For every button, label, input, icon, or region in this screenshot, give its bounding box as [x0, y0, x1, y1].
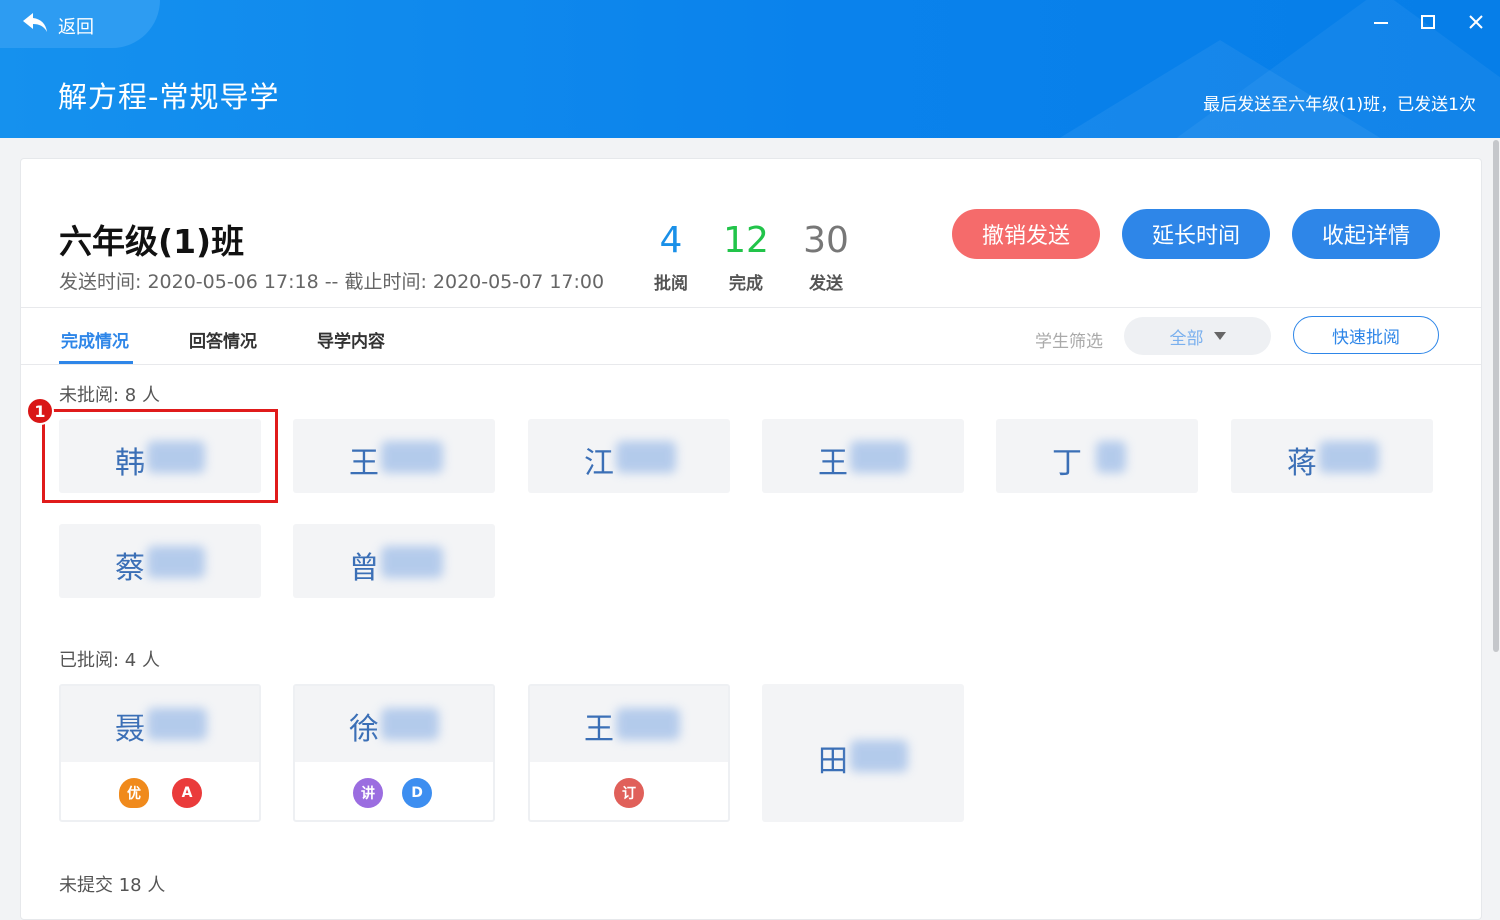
- tab-completion[interactable]: 完成情况: [61, 327, 129, 352]
- back-arrow-icon: [23, 13, 47, 32]
- quick-review-button[interactable]: 快速批阅: [1293, 316, 1439, 354]
- student-tile[interactable]: 王: [762, 419, 964, 493]
- grade-badge: A: [172, 778, 202, 808]
- close-icon[interactable]: [1464, 10, 1488, 34]
- unsubmitted-section-title: 未提交 18 人: [59, 875, 166, 896]
- tab-answers[interactable]: 回答情况: [189, 327, 257, 352]
- send-time: 发送时间: 2020-05-06 17:18 -- 截止时间: 2020-05-…: [59, 271, 605, 293]
- class-name: 六年级(1)班: [59, 222, 245, 261]
- student-tile[interactable]: 聂 优 A: [59, 684, 261, 822]
- stat-label: 发送: [809, 274, 843, 294]
- blurred-name: [850, 740, 908, 772]
- divider: [21, 364, 1481, 365]
- tab-guide-content[interactable]: 导学内容: [317, 327, 385, 352]
- student-name: 蔡: [115, 551, 145, 586]
- student-name: 王: [818, 446, 848, 481]
- student-name: 曾: [349, 551, 379, 586]
- maximize-icon[interactable]: [1416, 10, 1440, 34]
- cancel-send-button[interactable]: 撤销发送: [952, 209, 1100, 259]
- unreviewed-section-title: 未批阅: 8 人: [59, 385, 160, 406]
- student-name: 田: [818, 744, 848, 779]
- divider: [21, 307, 1481, 308]
- blurred-name: [147, 546, 205, 578]
- scrollbar-thumb[interactable]: [1493, 140, 1499, 652]
- student-tile[interactable]: 江: [528, 419, 730, 493]
- class-detail-card: 六年级(1)班 发送时间: 2020-05-06 17:18 -- 截止时间: …: [20, 158, 1482, 920]
- filter-selected-value: 全部: [1169, 328, 1204, 349]
- student-tile[interactable]: 蔡: [59, 524, 261, 598]
- blurred-name: [850, 441, 908, 473]
- blurred-name: [616, 441, 676, 473]
- last-sent-info: 最后发送至六年级(1)班，已发送1次: [1203, 95, 1476, 115]
- back-button[interactable]: 返回: [0, 0, 160, 48]
- dropdown-arrow-icon: [1213, 332, 1226, 340]
- student-name: 王: [349, 446, 379, 481]
- explain-badge: 讲: [353, 778, 383, 808]
- student-tile[interactable]: 王 订: [528, 684, 730, 822]
- blurred-name: [616, 708, 680, 740]
- student-name: 王: [584, 712, 614, 747]
- student-name: 江: [584, 446, 614, 481]
- blurred-name: [1319, 441, 1379, 473]
- student-tile[interactable]: 徐 讲 D: [293, 684, 495, 822]
- student-name: 聂: [115, 712, 145, 747]
- student-tile[interactable]: 丁: [996, 419, 1198, 493]
- student-tile[interactable]: 王: [293, 419, 495, 493]
- stat-value: 30: [803, 220, 849, 261]
- back-label: 返回: [58, 17, 94, 38]
- student-tile[interactable]: 田: [762, 684, 964, 822]
- stat-completed: 12 完成: [711, 220, 781, 295]
- extend-time-button[interactable]: 延长时间: [1122, 209, 1270, 259]
- app-header: 返回 解方程-常规导学 最后发送至六年级(1)班，已发送1次: [0, 0, 1500, 138]
- correction-badge: 订: [614, 778, 644, 808]
- stat-value: 4: [659, 220, 683, 261]
- student-name: 丁: [1052, 446, 1082, 481]
- blurred-name: [381, 708, 439, 740]
- student-tile[interactable]: 曾: [293, 524, 495, 598]
- page-title: 解方程-常规导学: [58, 80, 280, 114]
- step-marker: 1: [26, 397, 54, 425]
- reviewed-section-title: 已批阅: 4 人: [59, 650, 160, 671]
- stat-reviewed: 4 批阅: [636, 220, 706, 295]
- blurred-name: [381, 546, 443, 578]
- header-decoration: [1160, 0, 1500, 138]
- student-filter-select[interactable]: 全部: [1124, 317, 1271, 355]
- blurred-name: [381, 441, 443, 473]
- stat-label: 批阅: [654, 274, 688, 294]
- blurred-name: [147, 708, 207, 740]
- stat-value: 12: [723, 220, 769, 261]
- student-filter-label: 学生筛选: [1035, 332, 1103, 352]
- collapse-details-button[interactable]: 收起详情: [1292, 209, 1440, 259]
- blurred-name: [1096, 441, 1126, 473]
- excellent-badge-icon: 优: [119, 778, 149, 808]
- grade-badge: D: [402, 778, 432, 808]
- student-name: 徐: [349, 712, 379, 747]
- student-tile[interactable]: 蒋: [1231, 419, 1433, 493]
- minimize-icon[interactable]: [1369, 10, 1393, 34]
- stat-sent: 30 发送: [791, 220, 861, 295]
- student-name: 蒋: [1287, 446, 1317, 481]
- stat-label: 完成: [729, 274, 763, 294]
- highlight-box: [42, 409, 278, 503]
